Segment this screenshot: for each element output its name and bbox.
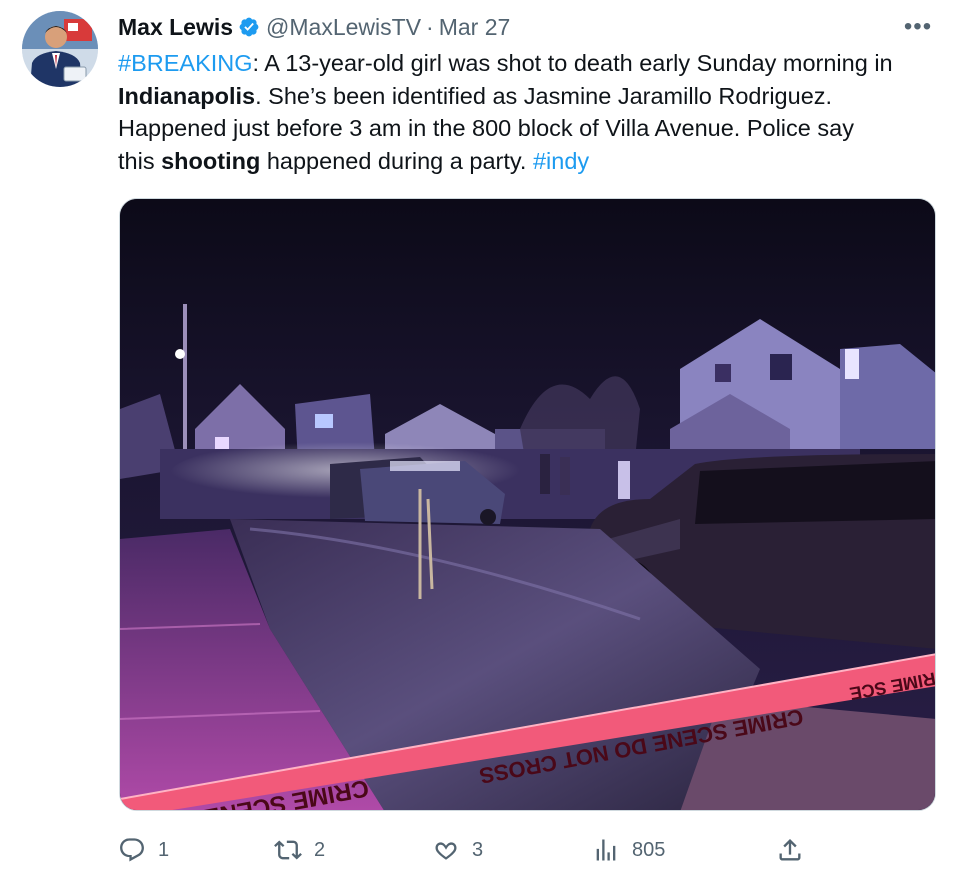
- tweet-line-4-pre: this: [118, 147, 162, 174]
- tweet-line-2: Indianapolis. She’s been identified as J…: [118, 80, 948, 113]
- author-handle[interactable]: @MaxLewisTV: [266, 14, 421, 41]
- tweet-line-1-text: : A 13-year-old girl was shot to death e…: [252, 50, 893, 76]
- more-options-icon[interactable]: •••: [898, 13, 938, 40]
- tweet-line-1: #BREAKING: A 13-year-old girl was shot t…: [118, 47, 948, 80]
- tweet-media-photo[interactable]: CRIME SCENE CRIME SCENE DO NOT CROSS CRI…: [119, 198, 936, 811]
- tweet-line-4-mid: happened during a party.: [260, 147, 533, 174]
- share-button[interactable]: [776, 833, 816, 867]
- views-count: 805: [632, 838, 666, 861]
- repost-button[interactable]: 2: [274, 833, 325, 867]
- like-count: 3: [472, 838, 484, 861]
- repost-count: 2: [314, 838, 326, 861]
- author-avatar[interactable]: [22, 11, 98, 87]
- tweet-date[interactable]: Mar 27: [439, 14, 511, 41]
- views-button[interactable]: 805: [592, 833, 665, 867]
- like-button[interactable]: 3: [432, 833, 483, 867]
- avatar-image: [22, 11, 98, 87]
- hashtag-breaking-link[interactable]: #BREAKING: [118, 50, 253, 76]
- tweet-bold-shooting: shooting: [161, 147, 261, 174]
- tweet-line-4: this shooting happened during a party. #…: [118, 145, 948, 178]
- tweet-actions: 1 2 3 805: [118, 833, 818, 867]
- tweet-bold-indianapolis: Indianapolis: [118, 82, 256, 109]
- tweet-line-2-text: . She’s been identified as Jasmine Jaram…: [255, 82, 833, 109]
- tweet-line-3: Happened just before 3 am in the 800 blo…: [118, 115, 854, 141]
- reply-count: 1: [158, 838, 170, 861]
- reply-button[interactable]: 1: [118, 833, 169, 867]
- repost-icon: [274, 840, 302, 860]
- crime-scene-photo: CRIME SCENE CRIME SCENE DO NOT CROSS CRI…: [120, 199, 935, 810]
- author-name[interactable]: Max Lewis: [118, 14, 233, 41]
- reply-icon: [120, 838, 144, 862]
- heart-icon: [435, 842, 457, 860]
- views-chart-icon: [596, 839, 616, 861]
- hashtag-indy-link[interactable]: #indy: [533, 148, 589, 174]
- share-icon: [779, 839, 801, 861]
- tweet-text: #BREAKING: A 13-year-old girl was shot t…: [118, 47, 948, 177]
- verified-badge-icon: [238, 16, 260, 38]
- tweet-header: Max Lewis @MaxLewisTV · Mar 27: [118, 12, 510, 42]
- header-separator: ·: [426, 13, 434, 40]
